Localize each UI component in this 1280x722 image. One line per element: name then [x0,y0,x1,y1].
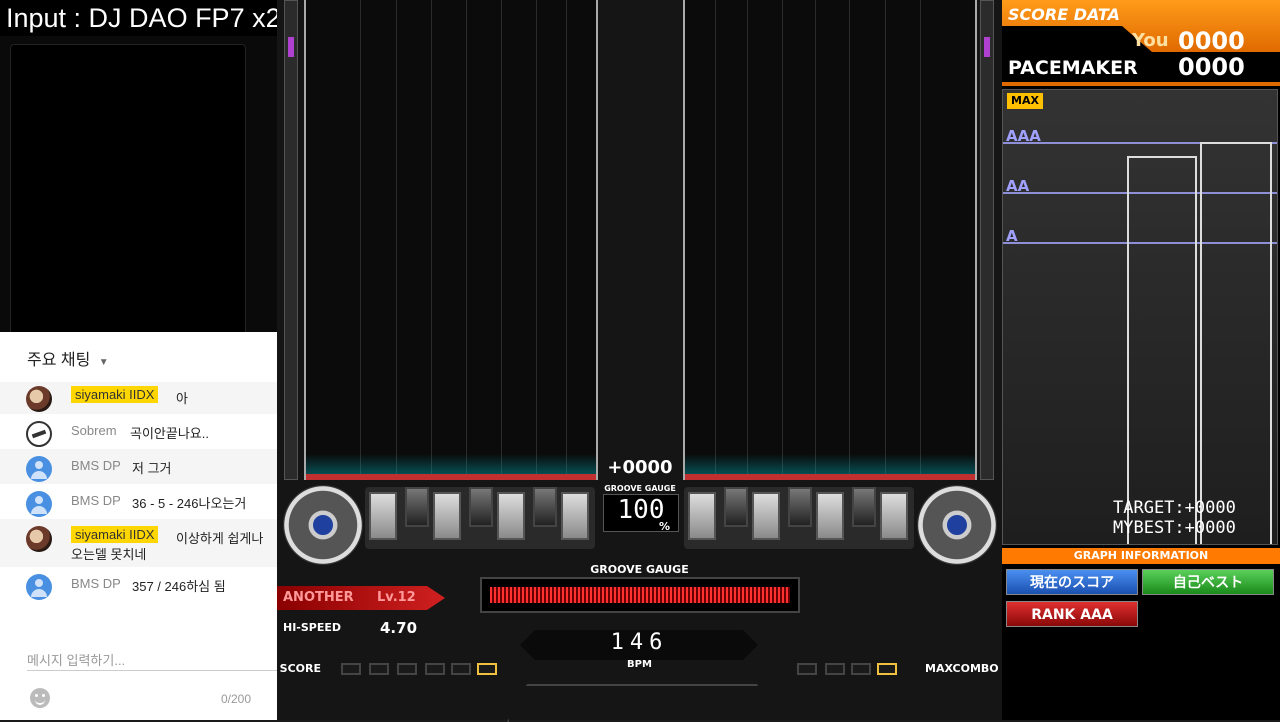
score-digit [341,663,361,675]
score-graph: MAX AAA AA A TARGET:+0000 MYBEST:+0000 [1002,89,1278,545]
target-diff: TARGET:+0000 [1113,498,1236,518]
left-turntable [283,485,363,565]
score-data-panel: SCORE DATA You 0000 PACEMAKER 0000 MAX A… [1002,0,1280,720]
combo-digit [825,663,845,675]
score-digit [477,663,497,675]
left-lanes [304,0,598,480]
chat-author[interactable]: BMS DP [71,576,121,591]
pacemaker-graph-bar [1127,156,1197,544]
anime-avatar-icon[interactable] [26,386,52,412]
chat-text: 357 / 246하심 됨 [132,579,226,594]
right-lanes [683,0,977,480]
rank-target-button[interactable]: RANK AAA [1006,601,1138,627]
right-turntable [917,485,997,565]
max-badge: MAX [1007,93,1043,109]
char-count: 0/200 [221,692,252,706]
bpm-value: 146 [610,630,669,655]
chat-author[interactable]: Sobrem [71,423,117,438]
rank-label-aaa: AAA [1006,127,1041,145]
difficulty-badge: ANOTHER Lv.12 [277,586,445,610]
logo-avatar-icon[interactable] [26,421,52,447]
left-side-meter [284,0,298,480]
pacemaker-label: PACEMAKER [1008,57,1138,79]
combo-digit [851,663,871,675]
chat-input[interactable]: 메시지 입력하기... [27,650,125,669]
chat-message: BMS DP 357 / 246하심 됨 [0,567,277,602]
ex-score-diff: +0000 [607,457,673,478]
chat-header: 주요 채팅 ▼ [0,332,277,382]
groove-gauge-fill [490,587,790,603]
chat-text-continued: 오는델 못치네 [71,547,147,562]
chat-author[interactable]: BMS DP [71,458,121,473]
bottom-frame [507,684,777,722]
live-chat: 주요 채팅 ▼ siyamaki IIDX 아 Sobrem 곡이안끝나요.. … [0,332,277,720]
judge-line [306,474,596,480]
default-avatar-icon[interactable] [26,574,52,600]
left-keys [365,487,595,549]
bpm-label: BPM [627,659,652,670]
percent-sign: % [659,520,671,533]
camera-feed [10,44,246,336]
chat-author[interactable]: siyamaki IIDX [71,526,159,543]
chevron-down-icon: ▼ [98,357,109,368]
groove-gauge-title: GROOVE GAUGE [590,563,689,576]
chat-author[interactable]: BMS DP [71,493,121,508]
chat-message: BMS DP 저 그거 [0,449,277,484]
groove-gauge-caption: GROOVE GAUGE [604,484,676,493]
combo-digit [877,663,897,675]
you-score: 0000 [1178,27,1245,55]
graph-information-bar: GRAPH INFORMATION [1002,548,1280,564]
score-digit [397,663,417,675]
judge-line [685,474,975,480]
chat-text: 곡이안끝나요.. [130,426,209,441]
best-graph-bar [1200,142,1272,544]
difficulty-label: ANOTHER [283,590,354,605]
you-label: You [1132,30,1169,51]
chat-title: 주요 채팅 [27,352,91,369]
game-screen: +0000 GROOVE GAUGE 100 % ANOTHER Lv.12 H… [277,0,1002,722]
score-data-title: SCORE DATA [1008,5,1120,24]
current-score-button[interactable]: 現在のスコア [1006,569,1138,595]
chat-mode-dropdown[interactable]: 주요 채팅 ▼ [27,346,109,370]
level-label: Lv.12 [377,590,416,605]
anime-avatar-icon[interactable] [26,526,52,552]
hispeed-label: HI-SPEED [283,621,342,634]
combo-digit [797,663,817,675]
personal-best-button[interactable]: 自己ベスト [1142,569,1274,595]
chat-input-underline [27,670,277,671]
score-digit [369,663,389,675]
chat-text: 36 - 5 - 246나오는거 [132,496,247,511]
chat-message: siyamaki IIDX 이상하게 쉽게나 오는델 못치네 [0,519,277,567]
default-avatar-icon[interactable] [26,491,52,517]
divider [1002,82,1280,86]
hispeed-value: 4.70 [380,619,418,637]
default-avatar-icon[interactable] [26,456,52,482]
rank-label-a: A [1006,227,1018,245]
groove-gauge-bar [480,577,800,613]
chat-text: 이상하게 쉽게나 [176,531,264,546]
maxcombo-label: MAXCOMBO [925,662,999,675]
right-side-meter [980,0,994,480]
emoji-icon[interactable] [30,688,50,708]
mybest-diff: MYBEST:+0000 [1113,518,1236,538]
score-digit [425,663,445,675]
rank-label-aa: AA [1006,177,1030,195]
right-keys [684,487,914,549]
chat-message: siyamaki IIDX 아 [0,379,277,414]
pacemaker-score: 0000 [1178,53,1245,81]
chat-author[interactable]: siyamaki IIDX [71,386,159,403]
score-label: SCORE [279,662,321,675]
chat-text: 아 [176,391,188,406]
score-digit [451,663,471,675]
chat-message: Sobrem 곡이안끝나요.. [0,414,277,449]
chat-text: 저 그거 [132,461,172,476]
chat-message: BMS DP 36 - 5 - 246나오는거 [0,484,277,519]
